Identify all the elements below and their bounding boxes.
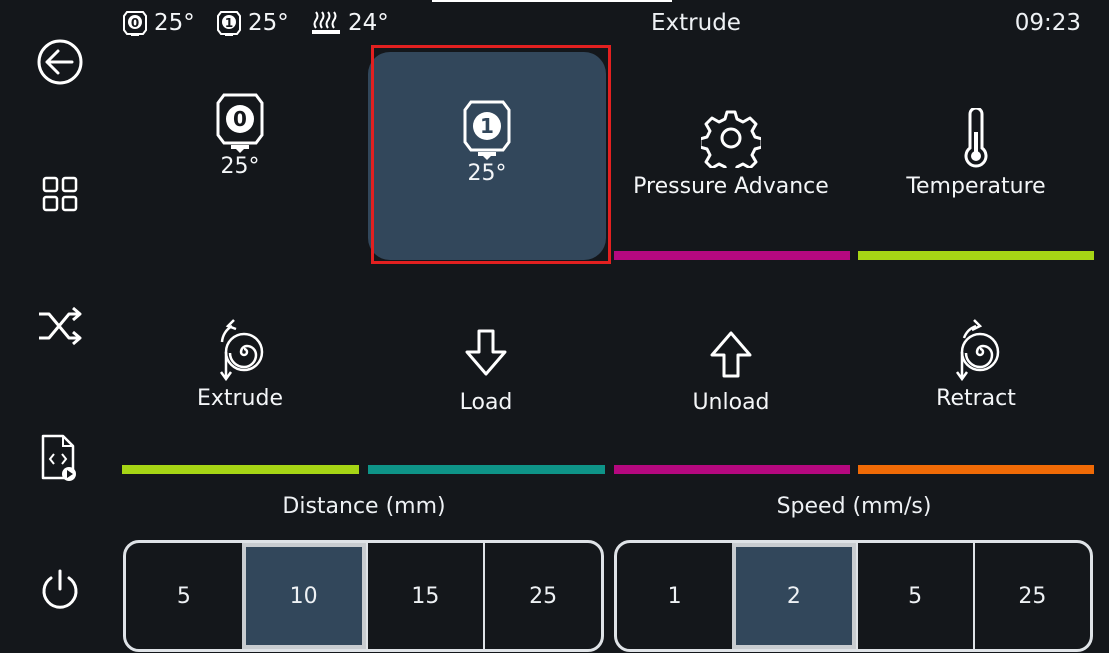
shuffle-button[interactable] [20, 286, 100, 366]
extruder0-status: 0 25° [122, 8, 195, 38]
power-icon [37, 567, 83, 613]
file-code-icon [39, 434, 81, 482]
pressure-advance-button[interactable]: Pressure Advance [613, 108, 849, 208]
load-button[interactable]: Load [368, 328, 604, 428]
extruder0-temp: 25° [154, 10, 195, 36]
distance-option[interactable]: 25 [483, 543, 601, 649]
distance-selector: 5 10 15 25 [123, 540, 604, 652]
power-button[interactable] [20, 550, 100, 630]
retract-spiral-icon [944, 318, 1008, 384]
svg-text:1: 1 [225, 16, 233, 30]
distance-label: Distance (mm) [282, 494, 446, 519]
extruder1-temp: 25° [467, 160, 507, 186]
extrude-accent-bar [122, 465, 359, 474]
speed-label: Speed (mm/s) [776, 494, 932, 519]
arrow-down-icon [463, 328, 509, 380]
load-label: Load [459, 390, 513, 415]
extrude-button[interactable]: Extrude [122, 318, 358, 428]
speed-option[interactable]: 5 [855, 543, 973, 649]
distance-option-selected[interactable]: 10 [241, 543, 366, 649]
pressure-advance-label: Pressure Advance [633, 174, 829, 199]
extruder1-button[interactable]: 1 25° [368, 52, 606, 260]
svg-text:1: 1 [480, 114, 494, 138]
svg-text:0: 0 [233, 107, 247, 131]
thermometer-icon [961, 108, 991, 168]
extruder0-button[interactable]: 0 25° [122, 90, 358, 190]
speed-option[interactable]: 1 [617, 543, 732, 649]
extrude-label: Extrude [196, 386, 284, 411]
speed-option[interactable]: 25 [972, 543, 1090, 649]
back-icon [36, 38, 84, 86]
unload-label: Unload [692, 390, 770, 415]
extruder0-temp: 25° [220, 154, 260, 179]
temperature-label: Temperature [906, 174, 1046, 199]
gear-icon [701, 108, 761, 168]
svg-text:0: 0 [131, 16, 139, 30]
distance-option[interactable]: 5 [126, 543, 242, 649]
retract-button[interactable]: Retract [858, 318, 1094, 428]
unload-button[interactable]: Unload [613, 328, 849, 428]
retract-label: Retract [936, 386, 1016, 411]
speed-selector: 1 2 5 25 [614, 540, 1093, 652]
back-button[interactable] [20, 22, 100, 102]
clock: 09:23 [1014, 10, 1081, 36]
retract-accent-bar [858, 465, 1094, 474]
temperature-button[interactable]: Temperature [858, 108, 1094, 208]
extruder1-temp: 25° [248, 10, 289, 36]
top-edge-line [432, 0, 672, 2]
load-accent-bar [368, 465, 605, 474]
grid-icon [40, 174, 80, 214]
extruder1-icon: 1 [216, 9, 242, 37]
extruder0-icon: 0 [214, 90, 266, 154]
arrow-up-icon [708, 328, 754, 380]
shuffle-icon [35, 304, 85, 348]
speed-option-selected[interactable]: 2 [732, 543, 856, 649]
heated-bed-icon [310, 9, 342, 37]
temperature-accent-bar [858, 251, 1094, 260]
extruder0-icon: 0 [122, 9, 148, 37]
bed-temp: 24° [348, 10, 389, 36]
distance-option[interactable]: 15 [365, 543, 484, 649]
pressure-advance-accent-bar [614, 251, 850, 260]
extrude-spiral-icon [208, 318, 272, 384]
unload-accent-bar [614, 465, 850, 474]
extruder1-status: 1 25° [216, 8, 289, 38]
menu-button[interactable] [20, 154, 100, 234]
console-button[interactable] [20, 418, 100, 498]
bed-status: 24° [310, 8, 389, 38]
page-title: Extrude [651, 10, 741, 36]
extruder1-icon: 1 [461, 97, 513, 161]
